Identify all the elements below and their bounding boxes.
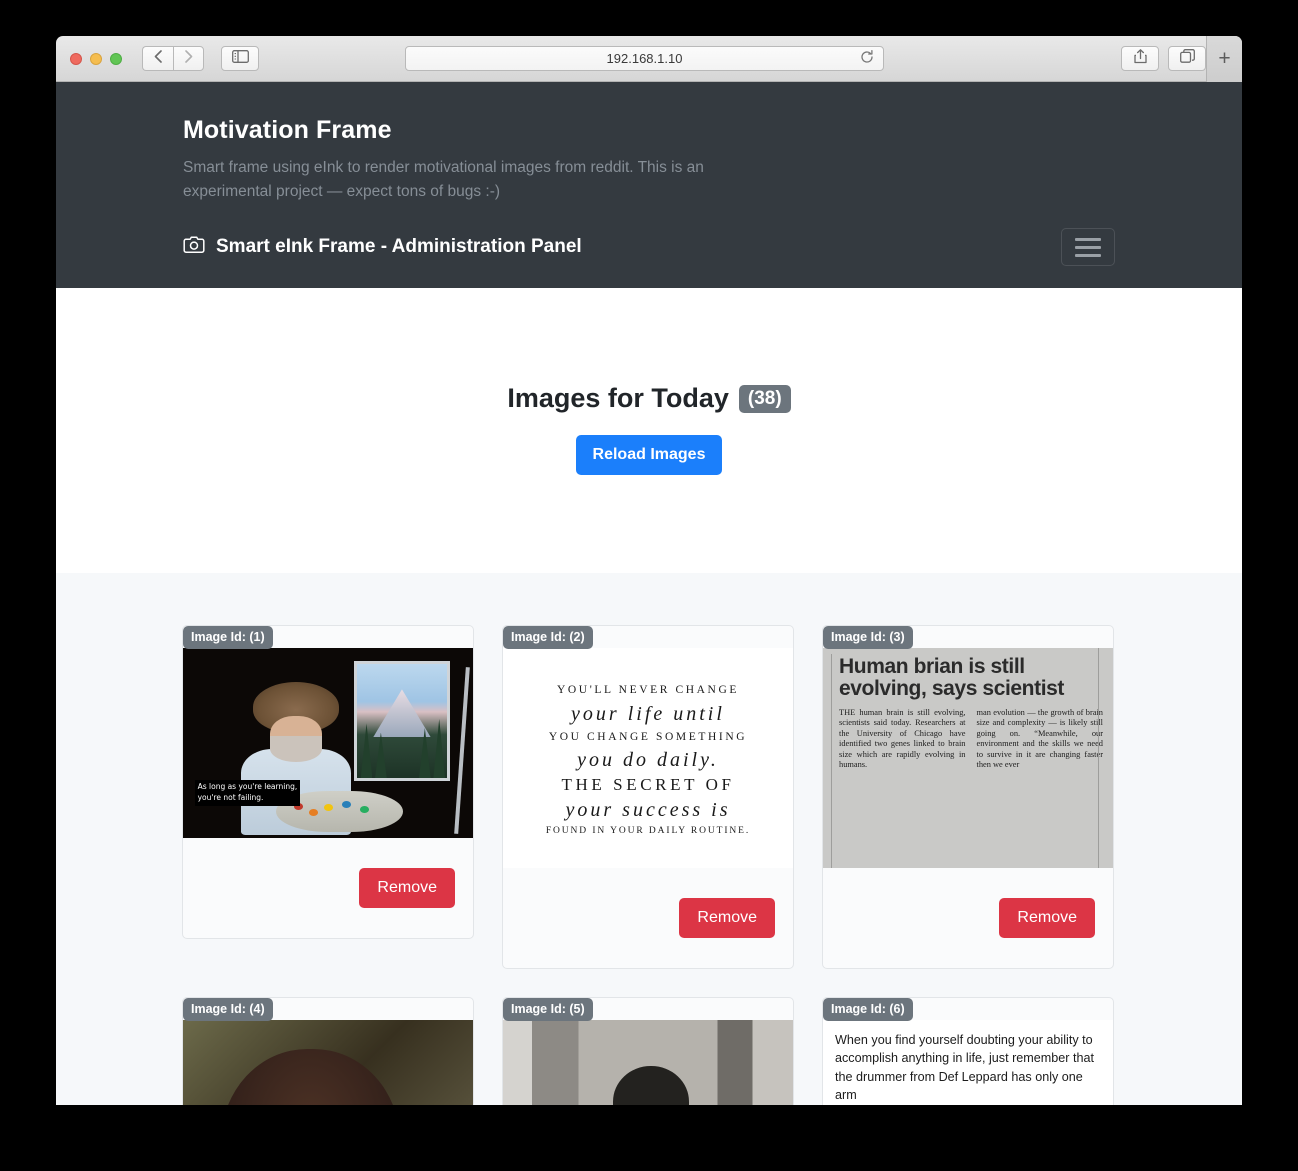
- card-footer: Remove: [823, 868, 1113, 968]
- image-count-badge: (38): [738, 384, 791, 413]
- quote-line: you do daily.: [577, 748, 719, 771]
- maximize-window-button[interactable]: [110, 52, 122, 65]
- camera-icon: [183, 235, 205, 259]
- caption-line-1: As long as you're learning,: [197, 781, 298, 791]
- quote-line: YOU CHANGE SOMETHING: [548, 730, 748, 743]
- toolbar-right-buttons: [1121, 46, 1206, 71]
- news-column-right: man evolution — the growth of brain size…: [976, 707, 1104, 770]
- image-id-badge: Image Id: (6): [823, 998, 913, 1022]
- share-icon: [1133, 48, 1147, 69]
- image-id-badge: Image Id: (5): [503, 998, 593, 1022]
- paint-blob: [324, 803, 334, 811]
- image-gallery: Image Id: (1) As long as you're learning…: [56, 573, 1242, 1105]
- quote-line: FOUND IN YOUR DAILY ROUTINE.: [545, 825, 751, 836]
- column-rule: [831, 654, 832, 869]
- image-thumbnail[interactable]: [183, 1020, 473, 1105]
- image-id-badge: Image Id: (1): [183, 626, 273, 650]
- meme-text: When you find yourself doubting your abi…: [835, 1033, 1094, 1102]
- new-tab-button[interactable]: +: [1206, 36, 1242, 82]
- tree-shape: [433, 718, 446, 779]
- close-window-button[interactable]: [70, 52, 82, 65]
- back-button[interactable]: [142, 46, 173, 71]
- image-card: Image Id: (4) Remove: [182, 997, 474, 1105]
- image-id-badge: Image Id: (3): [823, 626, 913, 650]
- image-id-badge: Image Id: (2): [503, 626, 593, 650]
- hamburger-icon-bar: [1075, 253, 1101, 257]
- chevron-left-icon: [154, 49, 162, 68]
- image-card: Image Id: (1) As long as you're learning…: [182, 625, 474, 940]
- image-card: Image Id: (3) Human brian is still evolv…: [822, 625, 1114, 970]
- masthead-inner: Motivation Frame Smart frame using eInk …: [56, 116, 1242, 204]
- paint-blob: [342, 801, 352, 809]
- navbar-toggler-button[interactable]: [1061, 228, 1115, 267]
- url-text: 192.168.1.10: [606, 51, 683, 66]
- share-button[interactable]: [1121, 46, 1159, 71]
- new-tab-label: +: [1218, 47, 1231, 70]
- paint-blob: [360, 806, 369, 814]
- window-traffic-lights: [56, 52, 122, 65]
- easel-leg: [454, 667, 471, 835]
- hair-shape: [220, 1049, 401, 1105]
- news-columns: THE human brain is still evolving, scien…: [839, 708, 1103, 771]
- image-caption-overlay: As long as you're learning, you're not f…: [194, 779, 301, 806]
- site-masthead: Motivation Frame Smart frame using eInk …: [56, 82, 1242, 289]
- browser-window: 192.168.1.10 + Motivation Frame Smart fr…: [56, 36, 1242, 1105]
- reload-images-button[interactable]: Reload Images: [575, 435, 723, 476]
- card-footer: Remove: [183, 838, 473, 938]
- image-thumbnail[interactable]: YOU'LL NEVER CHANGE your life until YOU …: [503, 648, 793, 869]
- remove-image-button[interactable]: Remove: [999, 898, 1095, 939]
- news-column-left: THE human brain is still evolving, scien…: [839, 707, 966, 770]
- chevron-right-icon: [184, 49, 193, 68]
- image-thumbnail[interactable]: YOU DON'T ALWAYS: [503, 1020, 793, 1105]
- quote-line: YOU'LL NEVER CHANGE: [556, 684, 739, 697]
- remove-image-button[interactable]: Remove: [359, 868, 455, 909]
- navigation-buttons: [142, 46, 259, 71]
- news-headline: Human brian is still evolving, says scie…: [839, 655, 1065, 701]
- browser-toolbar: 192.168.1.10 +: [56, 36, 1242, 82]
- navbar-brand-label: Smart eInk Frame - Administration Panel: [216, 236, 582, 258]
- image-thumbnail[interactable]: As long as you're learning, you're not f…: [183, 648, 473, 839]
- navbar-brand[interactable]: Smart eInk Frame - Administration Panel: [183, 235, 582, 259]
- card-footer: Remove: [503, 868, 793, 968]
- column-rule: [1098, 648, 1099, 869]
- page-title: Motivation Frame: [183, 116, 392, 144]
- image-thumbnail[interactable]: Human brian is still evolving, says scie…: [823, 648, 1113, 869]
- image-card: Image Id: (6) When you find yourself dou…: [822, 997, 1114, 1105]
- image-thumbnail[interactable]: When you find yourself doubting your abi…: [823, 1020, 1113, 1105]
- images-heading: Images for Today (38): [507, 383, 791, 414]
- reload-icon[interactable]: [860, 50, 874, 67]
- address-bar[interactable]: 192.168.1.10: [405, 46, 884, 71]
- painting-on-easel: [354, 661, 450, 782]
- show-tabs-button[interactable]: [1168, 46, 1206, 71]
- quote-line: your life until: [571, 702, 725, 725]
- forward-button[interactable]: [173, 46, 204, 71]
- hamburger-icon-bar: [1075, 245, 1101, 249]
- tree-shape: [375, 732, 387, 779]
- images-heading-label: Images for Today: [507, 383, 729, 414]
- image-id-badge: Image Id: (4): [183, 998, 273, 1022]
- quote-line: THE SECRET OF: [561, 774, 735, 794]
- hamburger-icon-bar: [1075, 237, 1101, 241]
- image-card: Image Id: (5) YOU DON'T ALWAYS Remove: [502, 997, 794, 1105]
- show-tabs-icon: [1179, 49, 1195, 68]
- tree-shape: [360, 723, 373, 779]
- beard-shape: [270, 735, 322, 763]
- page-content: Motivation Frame Smart frame using eInk …: [56, 82, 1242, 1105]
- paint-blob: [308, 808, 318, 816]
- baseball-cap: [613, 1066, 689, 1105]
- image-grid: Image Id: (1) As long as you're learning…: [182, 625, 1116, 1105]
- intro-section: Images for Today (38) Reload Images: [56, 288, 1242, 574]
- caption-line-2: you're not failing.: [197, 792, 264, 802]
- sidebar-toggle-icon: [231, 49, 249, 68]
- quote-line: your success is: [565, 798, 731, 821]
- navbar: Smart eInk Frame - Administration Panel: [56, 204, 1242, 288]
- image-card: Image Id: (2) YOU'LL NEVER CHANGE your l…: [502, 625, 794, 970]
- mountain-shape: [373, 689, 431, 738]
- page-subtitle: Smart frame using eInk to render motivat…: [183, 159, 704, 201]
- remove-image-button[interactable]: Remove: [679, 898, 775, 939]
- sidebar-toggle-button[interactable]: [221, 46, 259, 71]
- minimize-window-button[interactable]: [90, 52, 102, 65]
